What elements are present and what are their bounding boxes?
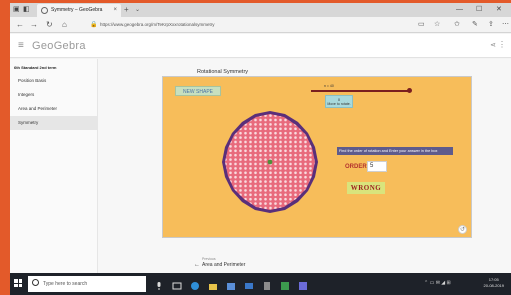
order-label: ORDER bbox=[345, 164, 367, 170]
mail-icon[interactable] bbox=[244, 278, 254, 289]
home-icon[interactable]: ⌂ bbox=[62, 20, 67, 29]
system-tray-icons[interactable]: ⌃ ▭ ✉ ◢ ⊞ bbox=[424, 279, 451, 287]
main-content: Rotational Symmetry NEW SHAPE n = 40 0 M… bbox=[98, 59, 511, 273]
tab-actions-icon[interactable]: ▣ bbox=[13, 6, 20, 14]
sidebar-item-label: Area and Perimeter bbox=[18, 106, 58, 111]
book-title[interactable]: 6th Standard 2nd term bbox=[14, 65, 56, 71]
reading-view-icon[interactable]: ▭ bbox=[418, 20, 425, 29]
browser-tab-bar: ▣ ◧ Symmetry – GeoGebra × + ⌄ — ☐ ✕ bbox=[10, 3, 511, 17]
taskbar-clock[interactable]: 17:05 20-08-2019 bbox=[484, 277, 504, 289]
kebab-menu-icon[interactable]: ⋮ bbox=[498, 40, 506, 50]
monitor-screen: ▣ ◧ Symmetry – GeoGebra × + ⌄ — ☐ ✕ ← → … bbox=[10, 3, 511, 295]
tab-symmetry[interactable]: Symmetry – GeoGebra × bbox=[37, 4, 121, 17]
search-placeholder: Type here to search bbox=[43, 281, 88, 287]
tab-preview-icon[interactable]: ◧ bbox=[23, 6, 30, 14]
reset-glyph: ↺ bbox=[459, 227, 466, 233]
hamburger-menu-icon[interactable]: ≡ bbox=[18, 40, 24, 51]
instruction-text: Find the order of rotation and Enter you… bbox=[339, 149, 438, 153]
lock-icon: 🔒 bbox=[90, 22, 98, 28]
sidebar-item-integers[interactable]: Integers bbox=[10, 88, 97, 102]
store-icon[interactable] bbox=[226, 278, 236, 290]
geogebra-favicon-icon bbox=[41, 7, 48, 14]
task-view-icon[interactable] bbox=[172, 278, 182, 290]
previous-arrow-icon: ← bbox=[194, 262, 200, 268]
page-title: Rotational Symmetry bbox=[197, 69, 249, 75]
new-shape-label: NEW SHAPE bbox=[182, 89, 213, 95]
forward-icon[interactable]: → bbox=[30, 20, 38, 29]
edge-browser-icon[interactable] bbox=[190, 278, 200, 290]
file-explorer-icon[interactable] bbox=[208, 278, 218, 290]
more-icon[interactable]: ⋯ bbox=[502, 20, 509, 29]
url-field[interactable]: 🔒 https://www.geogebra.org/m/TeKrpXxxrot… bbox=[90, 20, 390, 30]
geogebra-applet[interactable]: NEW SHAPE n = 40 0 Move to rotate. Find … bbox=[162, 76, 472, 238]
app-logo[interactable]: GeoGebra bbox=[32, 40, 86, 52]
previous-title: Area and Perimeter bbox=[202, 262, 246, 268]
taskbar-search-box[interactable]: Type here to search bbox=[28, 276, 146, 292]
order-input[interactable]: 5 bbox=[367, 161, 387, 172]
rotating-shape[interactable] bbox=[218, 109, 322, 217]
result-feedback: WRONG bbox=[347, 182, 385, 194]
rotate-hint-box: 0 Move to rotate. bbox=[325, 95, 353, 108]
instruction-banner: Find the order of rotation and Enter you… bbox=[337, 147, 453, 155]
tab-title: Symmetry – GeoGebra bbox=[51, 7, 103, 13]
share-link-icon[interactable]: ⋖ bbox=[490, 41, 496, 50]
share-icon[interactable]: ⇪ bbox=[488, 20, 494, 29]
favorites-bar-icon[interactable]: ✩ bbox=[454, 20, 460, 29]
rotation-slider-track[interactable] bbox=[311, 90, 409, 92]
sidebar-item-label: Symmetry bbox=[18, 120, 39, 125]
tab-dropdown-icon[interactable]: ⌄ bbox=[135, 6, 140, 14]
reset-icon[interactable]: ↺ bbox=[458, 225, 467, 234]
search-icon bbox=[32, 279, 39, 286]
favorite-star-icon[interactable]: ☆ bbox=[434, 20, 440, 29]
address-bar: ← → ↻ ⌂ 🔒 https://www.geogebra.org/m/TeK… bbox=[10, 17, 511, 33]
rotation-slider-handle[interactable] bbox=[407, 88, 412, 93]
new-shape-button[interactable]: NEW SHAPE bbox=[175, 86, 221, 96]
slider-label: n = 40 bbox=[324, 84, 334, 88]
clock-date: 20-08-2019 bbox=[483, 283, 504, 288]
rotate-hint-text: Move to rotate. bbox=[327, 102, 351, 106]
mic-icon[interactable] bbox=[154, 278, 164, 290]
windows-taskbar: Type here to search ⌃ ▭ ✉ ◢ ⊞ 17:05 20-0… bbox=[10, 273, 511, 295]
book-sidebar: 6th Standard 2nd term Position Basis Int… bbox=[10, 59, 98, 273]
rotation-center-point[interactable] bbox=[267, 159, 273, 165]
minimize-icon[interactable]: — bbox=[456, 5, 463, 14]
calculator-icon[interactable] bbox=[262, 278, 272, 290]
app-header: ≡ GeoGebra ⋖ ⋮ bbox=[10, 34, 511, 58]
url-text: https://www.geogebra.org/m/TeKrpXxxrotat… bbox=[100, 22, 215, 27]
sidebar-item-symmetry[interactable]: Symmetry bbox=[10, 116, 97, 130]
sidebar-item-label: Position Basis bbox=[18, 78, 47, 83]
notes-icon[interactable]: ✎ bbox=[472, 20, 478, 29]
maximize-icon[interactable]: ☐ bbox=[476, 5, 482, 14]
app-icon-2[interactable] bbox=[298, 278, 308, 290]
new-tab-button[interactable]: + bbox=[124, 5, 129, 14]
result-text: WRONG bbox=[350, 184, 382, 192]
tab-close-icon[interactable]: × bbox=[113, 6, 117, 14]
close-window-icon[interactable]: ✕ bbox=[496, 5, 502, 14]
sidebar-item-label: Integers bbox=[18, 92, 35, 97]
sidebar-item-area-perimeter[interactable]: Area and Perimeter bbox=[10, 102, 97, 116]
back-icon[interactable]: ← bbox=[16, 20, 24, 29]
refresh-icon[interactable]: ↻ bbox=[46, 20, 53, 29]
sidebar-item-position-basis[interactable]: Position Basis bbox=[10, 74, 97, 88]
windows-start-icon[interactable] bbox=[14, 279, 22, 287]
previous-page-link[interactable]: ← Previous Area and Perimeter bbox=[194, 257, 274, 273]
app-icon[interactable] bbox=[280, 278, 290, 290]
